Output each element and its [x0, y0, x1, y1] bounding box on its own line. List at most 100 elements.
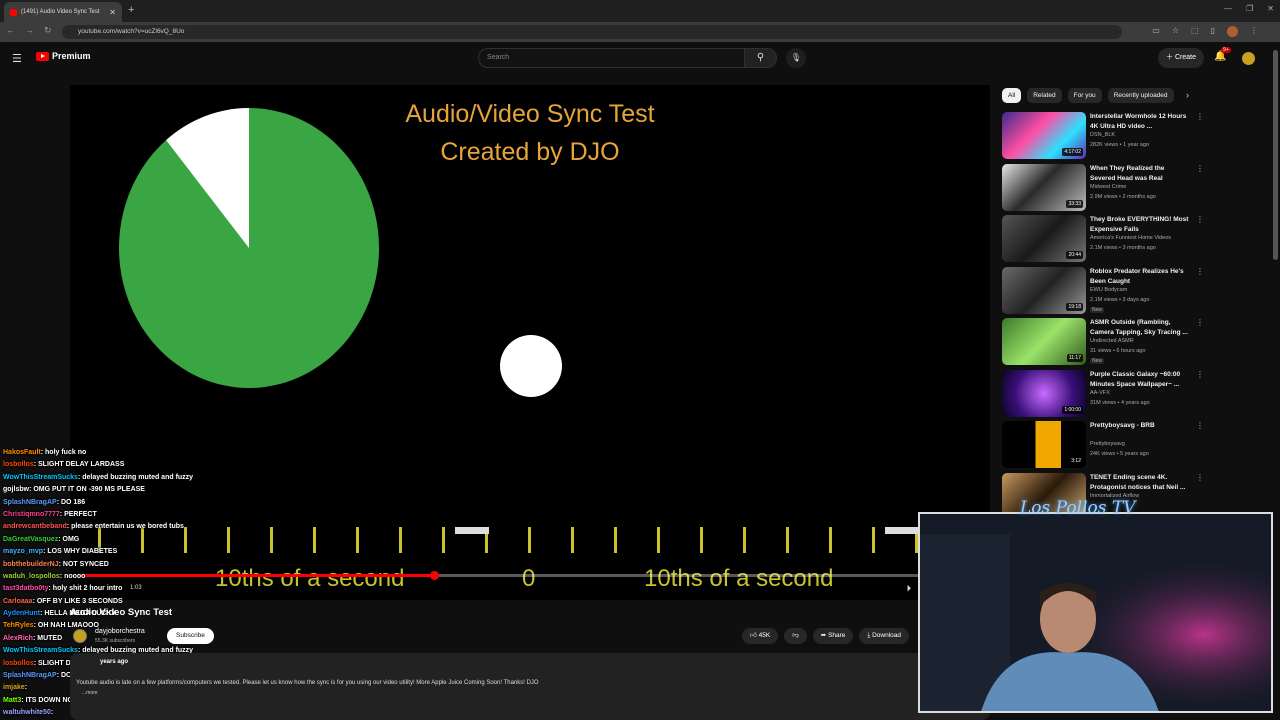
chat-username[interactable]: SplashNBragAP	[3, 499, 57, 506]
reload-icon[interactable]: ↻	[44, 25, 52, 36]
more-options-icon[interactable]: ⋮	[1196, 267, 1204, 276]
chat-username[interactable]: waltuhwhite50	[3, 709, 51, 716]
chat-username[interactable]: WowThisStreamSucks	[3, 647, 78, 654]
filter-chip[interactable]: For you	[1067, 88, 1102, 103]
cast-icon[interactable]: ▭	[1152, 26, 1160, 37]
chat-text: OFF BY LIKE 3 SECONDS	[36, 597, 123, 605]
recommendation-item[interactable]: 19:18 Roblox Predator Realizes He's Been …	[1002, 266, 1272, 315]
thumbs-down-icon: 👎︎	[792, 632, 799, 639]
chat-separator: :	[50, 709, 54, 717]
chat-username[interactable]: gojlsbw	[3, 486, 29, 493]
flash-ball	[500, 335, 562, 397]
chat-username[interactable]: andrewcantbeband	[3, 523, 67, 530]
channel-name[interactable]: dayjoborchestra	[95, 628, 145, 635]
new-tab-button[interactable]: +	[128, 4, 134, 16]
description-text: Youtube audio is late on a few platforms…	[76, 680, 539, 686]
channel-avatar[interactable]	[73, 629, 87, 643]
chat-username[interactable]: SplashNBragAP	[3, 672, 57, 679]
chat-username[interactable]: waduh_lospollos	[3, 573, 60, 580]
more-options-icon[interactable]: ⋮	[1196, 112, 1204, 121]
bookmark-star-icon[interactable]: ☆	[1172, 26, 1179, 37]
recommendation-thumbnail[interactable]: 4:17:02	[1002, 112, 1086, 159]
create-button[interactable]: ＋ Create	[1158, 48, 1204, 68]
close-tab-icon[interactable]: ✕	[109, 8, 116, 17]
chat-username[interactable]: AydenHunt	[3, 610, 40, 617]
more-options-icon[interactable]: ⋮	[1196, 215, 1204, 224]
recommendation-title: Purple Classic Galaxy ~60:00 Minutes Spa…	[1090, 370, 1181, 388]
more-options-icon[interactable]: ⋮	[1196, 164, 1204, 173]
recommendation-item[interactable]: 20:44 They Broke EVERYTHING! Most Expensi…	[1002, 215, 1272, 263]
url-field[interactable]: youtube.com/watch?v=ucZl6vQ_8Uo	[62, 25, 1122, 39]
chat-username[interactable]: DaGreatVasquez	[3, 536, 58, 543]
chat-username[interactable]: Matt3	[3, 697, 21, 704]
recommendation-item[interactable]: 33:33 When They Realized the Severed Head…	[1002, 163, 1272, 212]
filter-chip[interactable]: All	[1002, 88, 1022, 103]
chat-message: DaGreatVasquez: OMG	[3, 534, 303, 546]
account-avatar[interactable]	[1242, 52, 1255, 65]
description-box[interactable]	[70, 653, 990, 720]
recommendation-thumbnail[interactable]: 20:44	[1002, 215, 1086, 262]
more-options-icon[interactable]: ⋮	[1196, 370, 1204, 379]
page-scrollbar[interactable]	[1273, 50, 1278, 260]
forward-icon[interactable]: →	[25, 25, 34, 36]
search-button[interactable]: ⚲	[745, 48, 777, 68]
restore-icon[interactable]: ❐	[1246, 4, 1253, 13]
more-options-icon[interactable]: ⋮	[1196, 318, 1204, 327]
progress-scrubber[interactable]	[430, 571, 439, 580]
chat-username[interactable]: WowThisStreamSucks	[3, 474, 78, 481]
more-options-icon[interactable]: ⋮	[1196, 421, 1204, 430]
sync-title-line1: Audio/Video Sync Test	[405, 100, 655, 128]
recommendation-thumbnail[interactable]: 33:33	[1002, 163, 1086, 211]
filter-chip[interactable]: Recently uploaded	[1107, 88, 1174, 103]
subscribe-button[interactable]: Subscribe	[167, 628, 214, 644]
close-window-icon[interactable]: ✕	[1267, 4, 1274, 13]
browser-menu-icon[interactable]: ⋮	[1250, 26, 1258, 37]
dislike-button[interactable]: 👎︎	[784, 628, 807, 644]
chat-username[interactable]: Carloaaa	[3, 598, 33, 605]
voice-search-button[interactable]: 🎙	[786, 48, 806, 68]
recommendation-thumbnail[interactable]: 3:12	[1002, 421, 1086, 468]
menu-icon[interactable]: ☰	[12, 52, 22, 65]
sync-title-line2: Created by DJO	[440, 138, 620, 166]
chevron-right-icon[interactable]: ›	[1186, 90, 1189, 100]
more-options-icon[interactable]: ⋮	[1196, 473, 1204, 482]
recommendation-thumbnail[interactable]: 19:18	[1002, 266, 1086, 314]
sidebar-icon[interactable]: ▯	[1211, 26, 1215, 37]
back-icon[interactable]: ←	[6, 25, 15, 36]
sync-tick	[872, 527, 875, 553]
notifications-button[interactable]: 🔔 9+	[1214, 47, 1231, 62]
like-button[interactable]: 👍︎ 45K	[742, 628, 779, 644]
recommendation-thumbnail[interactable]: 11:17	[1002, 318, 1086, 365]
chat-message: losbollos: SLIGHT DELAY LARDASS	[3, 459, 303, 471]
recommendation-item[interactable]: 3:12 Prettyboysavg - BRB Prettyboysavg 24K …	[1002, 421, 1272, 469]
chat-username[interactable]: AlexRich	[3, 635, 33, 642]
chat-text: PERFECT	[64, 510, 97, 518]
chat-username[interactable]: imjake	[3, 684, 25, 691]
filter-chip[interactable]: Related	[1027, 88, 1062, 103]
description-more-link[interactable]: ...more	[82, 690, 98, 696]
chat-username[interactable]: losbollos	[3, 660, 34, 667]
recommendation-item[interactable]: 1:00:00 Purple Classic Galaxy ~60:00 Minu…	[1002, 369, 1272, 418]
recommendation-thumbnail[interactable]: 1:00:00	[1002, 369, 1086, 417]
share-button[interactable]: ➦ Share	[812, 628, 854, 644]
chat-username[interactable]: losbollos	[3, 461, 34, 468]
chat-username[interactable]: mayzo_mvp	[3, 548, 43, 555]
chat-username[interactable]: TehRyles	[3, 622, 34, 629]
recommendation-item[interactable]: 4:17:02 Interstellar Wormhole 12 Hours 4K…	[1002, 112, 1272, 160]
download-button[interactable]: ⤓ Download	[859, 628, 910, 644]
chat-username[interactable]: Christiqmno7777	[3, 511, 60, 518]
extensions-icon[interactable]: ⬚	[1191, 26, 1199, 37]
minimize-icon[interactable]: —	[1224, 4, 1232, 13]
browser-tab[interactable]: (1491) Audio Video Sync Test ✕	[4, 2, 122, 22]
chat-username[interactable]: HakosFault	[3, 449, 41, 456]
youtube-logo[interactable]: Premium	[36, 51, 91, 61]
autoplay-toggle-icon[interactable]: ⏵	[907, 583, 912, 594]
video-duration: 4:17:02	[1062, 148, 1083, 156]
search-icon: ⚲	[756, 52, 765, 63]
chat-username[interactable]: tast3datbo0ty	[3, 585, 49, 592]
browser-profile-avatar[interactable]	[1227, 26, 1238, 37]
search-input[interactable]: Search	[478, 48, 745, 68]
chat-username[interactable]: bobthebuilderNJ	[3, 561, 59, 568]
recommendation-item[interactable]: 11:17 ASMR Outside (Rambling, Camera Tapp…	[1002, 318, 1272, 366]
recommendation-meta: 2.9M views • 2 months ago	[1090, 193, 1156, 200]
